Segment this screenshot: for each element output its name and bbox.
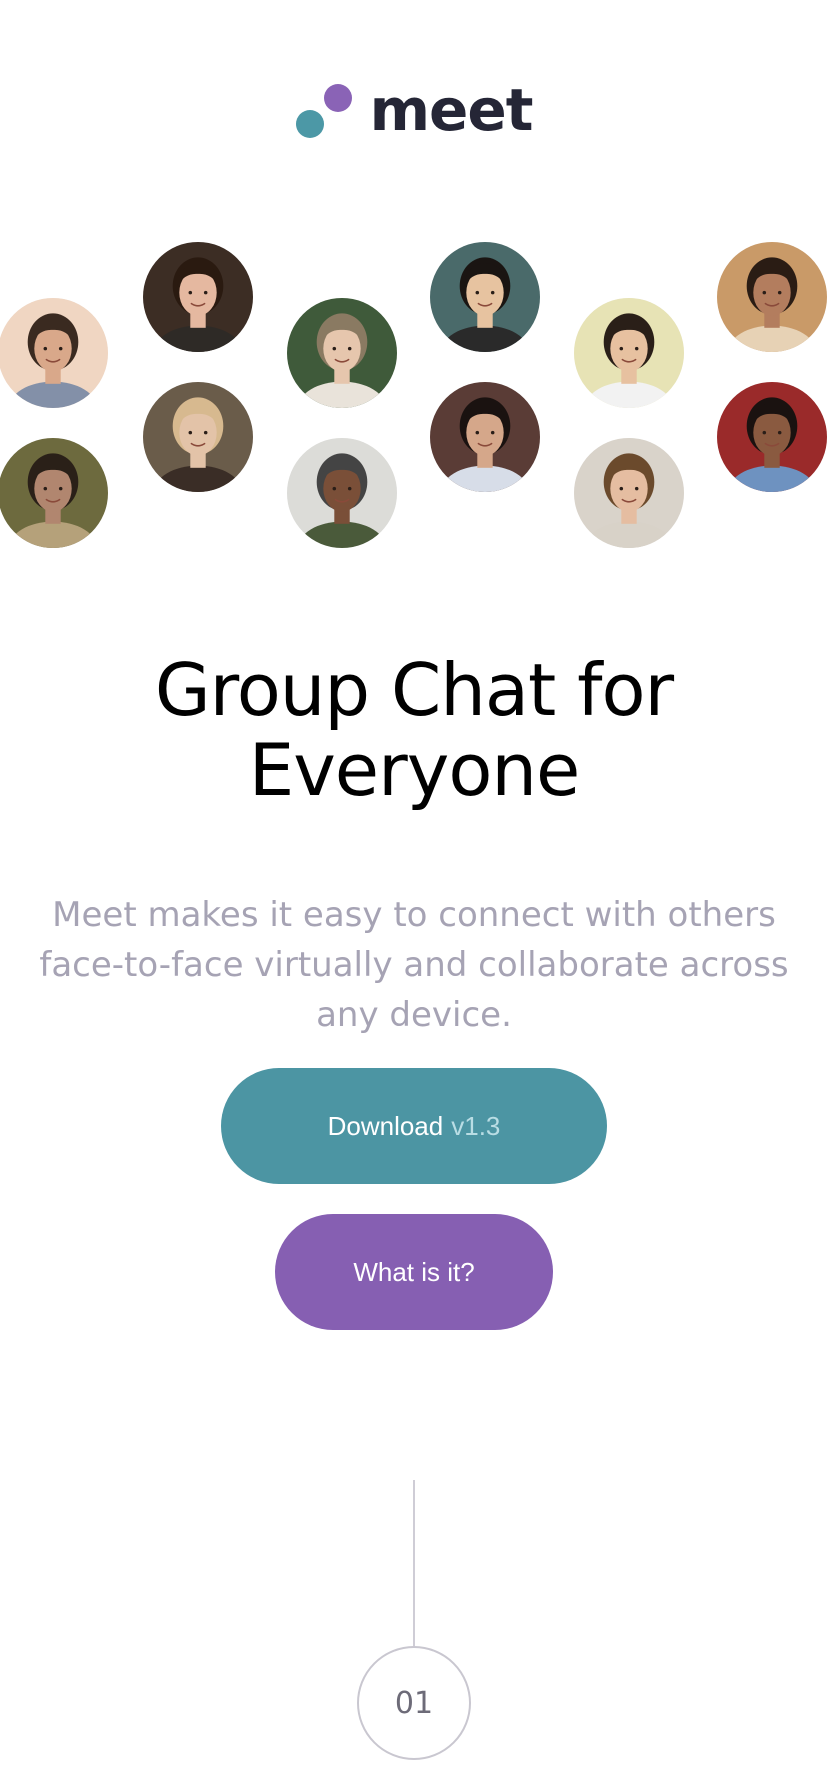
avatar-10 bbox=[574, 438, 684, 548]
avatar-1-portrait-icon bbox=[0, 298, 108, 408]
logo-dot-teal bbox=[295, 110, 324, 138]
what-is-it-button[interactable]: What is it? bbox=[275, 1214, 553, 1330]
hero-title-line-1: Group Chat for bbox=[154, 648, 674, 732]
avatar-12 bbox=[717, 382, 827, 492]
what-is-it-label: What is it? bbox=[353, 1256, 475, 1287]
download-version: v1.3 bbox=[451, 1110, 501, 1141]
hero-title-line-2: Everyone bbox=[248, 728, 581, 812]
avatar-2-portrait-icon bbox=[0, 438, 108, 548]
avatar-8 bbox=[430, 382, 540, 492]
avatar-11-portrait-icon bbox=[717, 242, 827, 352]
avatar-7 bbox=[430, 242, 540, 352]
avatar-9-portrait-icon bbox=[574, 298, 684, 408]
download-button[interactable]: Download v1.3 bbox=[221, 1068, 607, 1184]
avatar-3-portrait-icon bbox=[143, 242, 253, 352]
avatar-2 bbox=[0, 438, 108, 548]
avatar-1 bbox=[0, 298, 108, 408]
logo-mark-icon bbox=[295, 80, 356, 140]
hero-title: Group Chat for Everyone bbox=[0, 650, 828, 810]
avatar-3 bbox=[143, 242, 253, 352]
logo[interactable]: meet bbox=[0, 80, 828, 140]
download-button-label: Download bbox=[327, 1110, 444, 1141]
avatar-5 bbox=[287, 298, 397, 408]
avatar-6 bbox=[287, 438, 397, 548]
avatar-12-portrait-icon bbox=[717, 382, 827, 492]
hero-description: Meet makes it easy to connect with other… bbox=[39, 895, 789, 1035]
avatar-4-portrait-icon bbox=[143, 382, 253, 492]
landing-page: meet Group Chat for Everyone Meet makes … bbox=[0, 0, 828, 1792]
avatar-7-portrait-icon bbox=[430, 242, 540, 352]
step-connector-line bbox=[413, 1480, 415, 1646]
avatar-6-portrait-icon bbox=[287, 438, 397, 548]
avatar-8-portrait-icon bbox=[430, 382, 540, 492]
avatar-10-portrait-icon bbox=[574, 438, 684, 548]
avatar-9 bbox=[574, 298, 684, 408]
avatar-5-portrait-icon bbox=[287, 298, 397, 408]
step-number: 01 bbox=[394, 1685, 434, 1721]
step-indicator: 01 bbox=[357, 1646, 471, 1760]
avatar-11 bbox=[717, 242, 827, 352]
avatar-grid bbox=[0, 230, 828, 560]
logo-dot-purple bbox=[323, 84, 352, 112]
avatar-4 bbox=[143, 382, 253, 492]
logo-wordmark: meet bbox=[369, 76, 534, 144]
